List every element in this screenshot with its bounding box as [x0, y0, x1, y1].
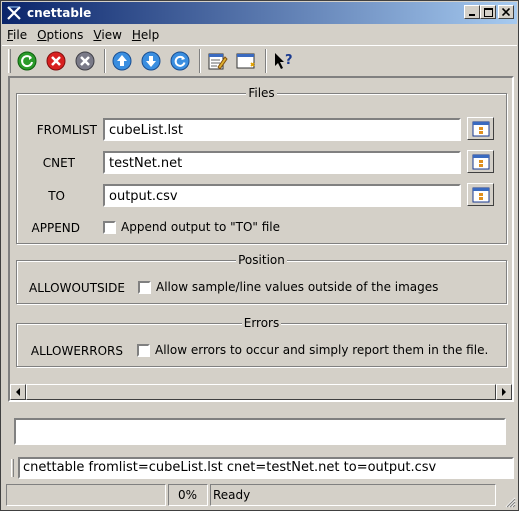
title-bar[interactable]: cnettable [2, 2, 517, 24]
reset-button[interactable] [72, 48, 98, 74]
whats-this-button[interactable]: ? [270, 48, 296, 74]
menu-options[interactable]: Options [32, 28, 88, 42]
errors-group: Errors ALLOWERRORS Allow errors to occur… [16, 316, 507, 367]
toolbar: ? [2, 45, 517, 75]
minimize-button[interactable] [464, 5, 480, 19]
scroll-left-button[interactable] [10, 384, 26, 400]
allowoutside-label: ALLOWOUTSIDE [29, 281, 125, 295]
allowoutside-checkbox-label[interactable]: Allow sample/line values outside of the … [156, 280, 438, 294]
browse-icon [472, 187, 489, 202]
to-browse-button[interactable] [467, 183, 494, 206]
svg-text:?: ? [285, 53, 293, 68]
fromlist-label: FROMLIST [36, 123, 97, 137]
to-label: TO [48, 189, 65, 203]
whats-this-icon: ? [275, 52, 293, 69]
window-title: cnettable [27, 6, 92, 20]
menu-bar: File Options View Help [2, 25, 517, 44]
cnet-label: CNET [42, 156, 75, 170]
browse-icon [472, 154, 489, 169]
edit-log-icon [208, 53, 228, 70]
scrollbar-thumb[interactable] [26, 384, 496, 400]
cnet-field[interactable]: testNet.net [103, 151, 461, 174]
previous-icon [112, 51, 132, 70]
toolbar-grip[interactable] [8, 48, 11, 73]
position-group: Position ALLOWOUTSIDE Allow sample/line … [16, 253, 507, 304]
command-line-bar: cnettable fromlist=cubeList.lst cnet=tes… [8, 457, 514, 479]
maximize-button[interactable] [480, 5, 496, 19]
errors-group-title: Errors [241, 316, 282, 330]
append-label: APPEND [31, 221, 80, 235]
window-icon [236, 53, 255, 68]
allowerrors-checkbox[interactable] [137, 344, 150, 357]
allowerrors-label: ALLOWERRORS [30, 344, 123, 358]
to-field[interactable]: output.csv [103, 184, 461, 207]
status-left-panel [6, 484, 166, 506]
menu-file[interactable]: File [2, 28, 32, 42]
previous-button[interactable] [109, 48, 135, 74]
window-button[interactable] [233, 48, 259, 74]
run-icon [17, 51, 37, 70]
scroll-right-button[interactable] [496, 384, 512, 400]
menu-help[interactable]: Help [127, 28, 164, 42]
stop-icon [46, 51, 66, 70]
arrow-left-icon [16, 388, 20, 396]
refresh-icon [170, 51, 190, 70]
menu-view[interactable]: View [88, 28, 126, 42]
parameter-panel: Files FROMLIST cubeList.lst CNET testNet… [8, 76, 514, 402]
status-message: Ready [213, 488, 251, 502]
next-icon [141, 51, 161, 70]
status-bar: 0% Ready [6, 484, 516, 506]
files-group-title: Files [246, 86, 277, 100]
close-button[interactable] [498, 5, 514, 19]
app-window: cnettable File Options View Help ? Files… [0, 0, 519, 511]
status-message-panel: Ready [210, 484, 496, 506]
fromlist-field[interactable]: cubeList.lst [103, 118, 461, 141]
edit-log-button[interactable] [204, 48, 230, 74]
reset-icon [75, 51, 95, 70]
stop-button[interactable] [43, 48, 69, 74]
allowerrors-checkbox-label[interactable]: Allow errors to occur and simply report … [155, 343, 488, 357]
progress-text: 0% [177, 488, 197, 502]
append-checkbox[interactable] [103, 221, 116, 234]
files-group: Files FROMLIST cubeList.lst CNET testNet… [16, 86, 507, 244]
browse-icon [472, 121, 489, 136]
cnet-browse-button[interactable] [467, 150, 494, 173]
app-x-icon [5, 4, 23, 22]
command-line-grip[interactable] [11, 459, 14, 477]
command-line-field[interactable]: cnettable fromlist=cubeList.lst cnet=tes… [18, 457, 514, 479]
allowoutside-checkbox[interactable] [138, 281, 151, 294]
fromlist-browse-button[interactable] [467, 117, 494, 140]
run-button[interactable] [14, 48, 40, 74]
horizontal-scrollbar[interactable] [10, 384, 512, 400]
resize-grip-icon[interactable] [504, 496, 516, 508]
refresh-button[interactable] [167, 48, 193, 74]
position-group-title: Position [236, 253, 287, 267]
append-checkbox-label[interactable]: Append output to "TO" file [121, 220, 280, 234]
next-button[interactable] [138, 48, 164, 74]
arrow-right-icon [502, 388, 506, 396]
message-log[interactable] [14, 418, 506, 445]
progress-panel: 0% [168, 484, 208, 506]
